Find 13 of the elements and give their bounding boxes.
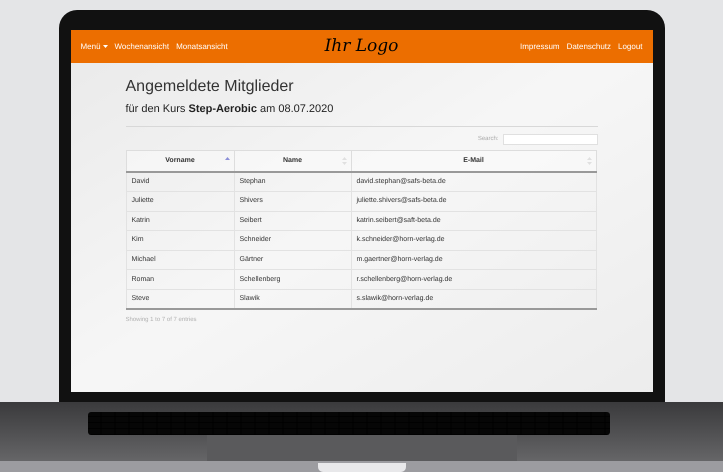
nav-link[interactable]: Impressum <box>520 40 560 52</box>
caret-icon <box>102 45 108 48</box>
nav-link[interactable]: Monatsansicht <box>176 40 228 52</box>
search-field[interactable] <box>502 134 598 144</box>
sort-icon <box>586 156 592 164</box>
course-subtitle: für den Kurs Step-Aerobic am 08.07.2020 <box>126 102 334 117</box>
menu-dropdown[interactable]: Menü <box>80 40 108 52</box>
nav-link[interactable]: Logout <box>618 40 642 52</box>
nav-link[interactable]: Datenschutz <box>566 40 612 52</box>
logo[interactable]: Ihr Logo <box>324 34 398 60</box>
page-heading: Angemeldete Mitglieder <box>126 77 295 97</box>
sort-icon <box>342 156 346 164</box>
nav-link[interactable]: Wochenansicht <box>114 40 170 52</box>
